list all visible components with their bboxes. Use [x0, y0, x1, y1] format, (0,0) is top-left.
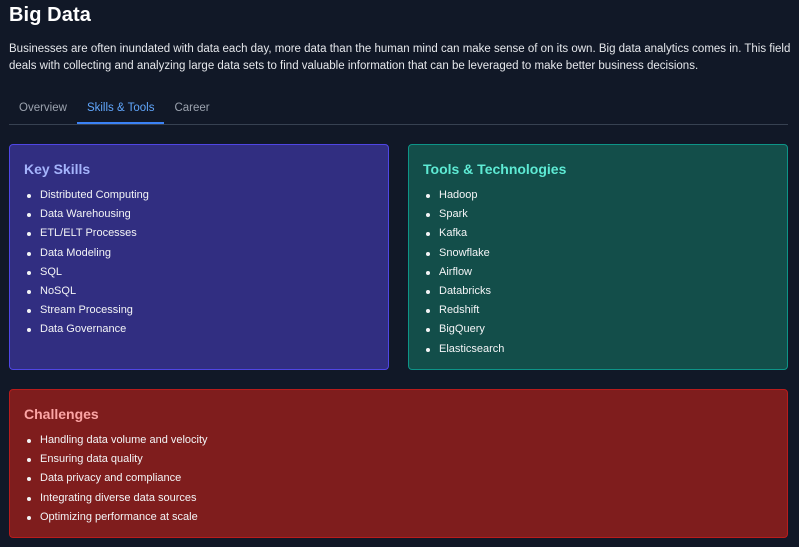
- tab-skills-tools[interactable]: Skills & Tools: [76, 94, 165, 124]
- list-item: ETL/ELT Processes: [27, 224, 374, 243]
- list-item: Handling data volume and velocity: [27, 431, 773, 450]
- list-item: Data Warehousing: [27, 205, 374, 224]
- page: Big Data Businesses are often inundated …: [0, 0, 799, 547]
- page-title: Big Data: [9, 4, 91, 26]
- challenges-list: Handling data volume and velocity Ensuri…: [24, 431, 773, 527]
- list-item: Stream Processing: [27, 301, 374, 320]
- list-item: Airflow: [426, 263, 773, 282]
- list-item: Optimizing performance at scale: [27, 508, 773, 527]
- list-item: Ensuring data quality: [27, 450, 773, 469]
- tools-technologies-card: Tools & Technologies Hadoop Spark Kafka …: [408, 144, 788, 370]
- list-item: NoSQL: [27, 282, 374, 301]
- list-item: Elasticsearch: [426, 340, 773, 359]
- list-item: Kafka: [426, 224, 773, 243]
- list-item: Redshift: [426, 301, 773, 320]
- key-skills-card: Key Skills Distributed Computing Data Wa…: [9, 144, 389, 370]
- tools-technologies-title: Tools & Technologies: [423, 161, 567, 177]
- tools-list: Hadoop Spark Kafka Snowflake Airflow Dat…: [423, 186, 773, 359]
- list-item: Data Modeling: [27, 244, 374, 263]
- list-item: Data privacy and compliance: [27, 469, 773, 488]
- tab-overview[interactable]: Overview: [9, 94, 77, 124]
- list-item: Databricks: [426, 282, 773, 301]
- list-item: Data Governance: [27, 320, 374, 339]
- list-item: Snowflake: [426, 244, 773, 263]
- challenges-card: Challenges Handling data volume and velo…: [9, 389, 788, 538]
- key-skills-title: Key Skills: [24, 161, 91, 177]
- tab-career[interactable]: Career: [164, 94, 219, 124]
- list-item: Distributed Computing: [27, 186, 374, 205]
- page-description: Businesses are often inundated with data…: [9, 43, 791, 72]
- list-item: Integrating diverse data sources: [27, 489, 773, 508]
- list-item: BigQuery: [426, 320, 773, 339]
- tab-bar: Overview Skills & Tools Career: [9, 94, 788, 125]
- key-skills-list: Distributed Computing Data Warehousing E…: [24, 186, 374, 340]
- challenges-title: Challenges: [24, 406, 99, 422]
- list-item: SQL: [27, 263, 374, 282]
- list-item: Hadoop: [426, 186, 773, 205]
- list-item: Spark: [426, 205, 773, 224]
